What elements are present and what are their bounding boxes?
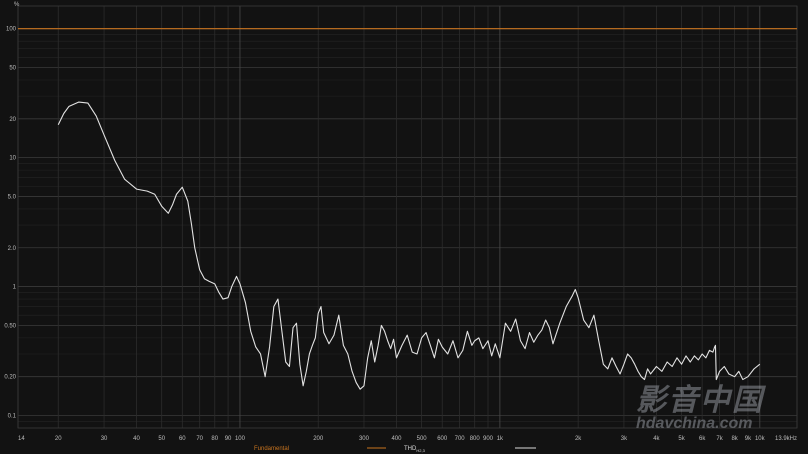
y-tick-label: 0.1 [8, 414, 17, 420]
x-tick-label: 50 [158, 436, 165, 442]
x-tick-label: 8k [731, 436, 738, 442]
x-tick-label: 3k [621, 436, 628, 442]
x-tick-label: 5k [678, 436, 685, 442]
x-tick-label: 500 [417, 436, 428, 442]
x-tick-label: 200 [313, 436, 324, 442]
y-tick-label: 2.0 [8, 246, 17, 252]
y-tick-label: 50 [9, 66, 16, 72]
x-tick-label: 20 [55, 436, 62, 442]
y-tick-label: 20 [9, 117, 16, 123]
legend-thd-main: THD [404, 446, 417, 452]
x-tick-label: 30 [101, 436, 108, 442]
x-tick-label: 40 [133, 436, 140, 442]
x-tick-label: 4k [653, 436, 660, 442]
x-tick-label: 80 [211, 436, 218, 442]
legend-thd-sub: H2,3 [416, 448, 425, 453]
x-tick-label: 10k [755, 436, 766, 442]
legend-fundamental-label: Fundamental [254, 446, 289, 452]
x-tick-label: 14 [18, 436, 25, 442]
x-tick-label: 60 [179, 436, 186, 442]
x-tick-label: 100 [235, 436, 246, 442]
y-tick-label: 0.20 [4, 375, 16, 381]
x-tick-label: 90 [225, 436, 232, 442]
x-tick-label: 800 [470, 436, 481, 442]
x-tick-label: 2k [575, 436, 582, 442]
x-tick-label: 400 [391, 436, 402, 442]
y-tick-label: 100 [6, 27, 17, 33]
x-tick-label: 700 [455, 436, 466, 442]
x-tick-label: 70 [196, 436, 203, 442]
x-tick-label: 900 [483, 436, 494, 442]
x-tick-label: 1k [497, 436, 504, 442]
y-tick-label: 0.50 [4, 323, 16, 329]
y-tick-label: 5.0 [8, 194, 17, 200]
y-tick-label: 10 [9, 156, 16, 162]
x-tick-label: 13.9kHz [775, 436, 797, 442]
x-tick-label: 600 [437, 436, 448, 442]
x-tick-label: 6k [699, 436, 706, 442]
thd-chart: 0.10.200.5012.05.0102050100 14 20 30 40 50 60… [0, 0, 808, 454]
x-tick-label: 9k [745, 436, 752, 442]
x-tick-label: 300 [359, 436, 370, 442]
legend-thd-label: THDH2,3 [404, 446, 426, 453]
y-axis-unit-label: % [14, 2, 20, 8]
x-tick-label: 7k [716, 436, 723, 442]
chart-background [0, 0, 808, 454]
